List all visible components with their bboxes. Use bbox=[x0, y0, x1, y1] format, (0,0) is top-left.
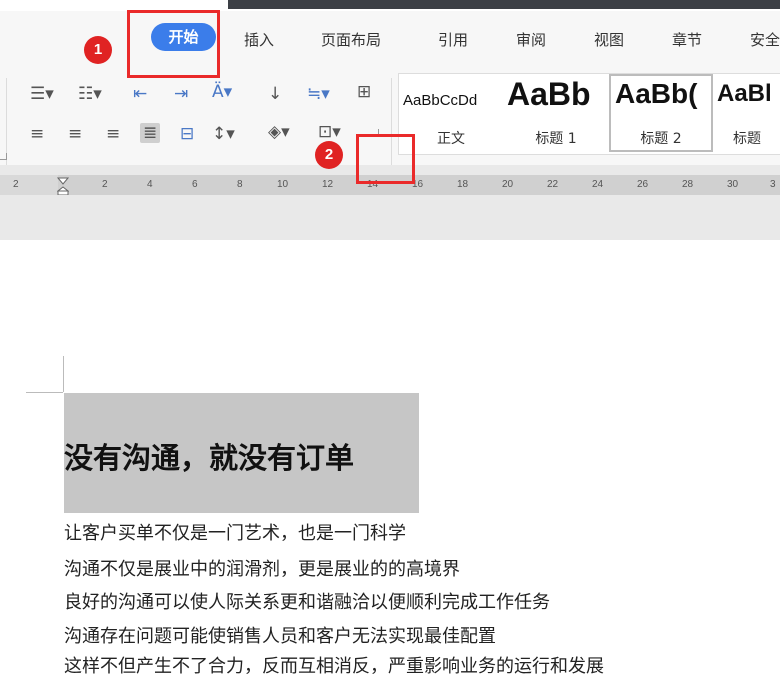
tab-view[interactable]: 视图 bbox=[594, 29, 624, 50]
document-paragraph[interactable]: 这样不但产生不了合力，反而互相消反，严重影响业务的运行和发展 bbox=[64, 652, 604, 678]
ruler-label: 30 bbox=[727, 179, 739, 190]
tab-review[interactable]: 审阅 bbox=[516, 29, 546, 50]
document-page[interactable]: 没有沟通，就没有订单 让客户买单不仅是一门艺术，也是一门科学 沟通不仅是展业中的… bbox=[0, 240, 780, 677]
document-paragraph[interactable]: 让客户买单不仅是一门艺术，也是一门科学 bbox=[64, 519, 406, 545]
step-badge-1: 1 bbox=[84, 36, 112, 64]
style-label: 标题 1 bbox=[535, 131, 577, 147]
ruler-label: 28 bbox=[682, 179, 694, 190]
chinese-layout-icon[interactable]: Ä▾ bbox=[212, 83, 232, 101]
ruler-label: 26 bbox=[637, 179, 649, 190]
style-label: 标题 2 bbox=[640, 131, 682, 147]
highlight-box-home-tab bbox=[127, 10, 220, 78]
margin-mark bbox=[26, 392, 63, 393]
ruler-label: 6 bbox=[192, 179, 198, 190]
paragraph-spacing-icon[interactable]: ≒▾ bbox=[307, 85, 330, 103]
style-sample: AaBb bbox=[507, 76, 591, 112]
document-paragraph[interactable]: 沟通不仅是展业中的润滑剂，更是展业的的高境界 bbox=[64, 555, 460, 581]
document-paragraph[interactable]: 沟通存在问题可能使销售人员和客户无法实现最佳配置 bbox=[64, 622, 496, 648]
increase-indent-icon[interactable]: ⇥ bbox=[174, 85, 188, 103]
tab-page-layout[interactable]: 页面布局 bbox=[321, 29, 381, 50]
align-center-icon[interactable]: ≡ bbox=[68, 125, 82, 143]
style-heading-3[interactable]: AaBl 标题 bbox=[713, 74, 780, 152]
sort-icon[interactable]: ↓ bbox=[268, 85, 282, 103]
indent-marker-icon[interactable] bbox=[57, 177, 69, 195]
margin-mark bbox=[63, 356, 64, 392]
ruler-label: 10 bbox=[277, 179, 289, 190]
bullet-list-icon[interactable]: ☰▾ bbox=[30, 85, 54, 103]
ruler-label: 20 bbox=[502, 179, 514, 190]
shading-icon[interactable]: ◈▾ bbox=[268, 123, 290, 141]
document-heading[interactable]: 没有沟通，就没有订单 bbox=[64, 435, 354, 477]
ruler-label: 2 bbox=[13, 179, 19, 190]
numbered-list-icon[interactable]: ☷▾ bbox=[78, 85, 102, 103]
step-badge-2: 2 bbox=[315, 141, 343, 169]
tab-section[interactable]: 章节 bbox=[672, 29, 702, 50]
ruler-label: 18 bbox=[457, 179, 469, 190]
tab-security[interactable]: 安全 bbox=[750, 29, 780, 50]
ruler-label: 22 bbox=[547, 179, 559, 190]
style-gallery: AaBbCcDd 正文 AaBb 标题 1 AaBb( 标题 2 AaBl 标题 bbox=[398, 73, 780, 155]
ruler-label: 4 bbox=[147, 179, 153, 190]
line-spacing-icon[interactable]: ↕▾ bbox=[212, 125, 235, 143]
style-heading-1[interactable]: AaBb 标题 1 bbox=[503, 74, 609, 152]
style-sample: AaBbCcDd bbox=[403, 92, 478, 109]
align-left-icon[interactable]: ≡ bbox=[30, 125, 44, 143]
highlight-box-paragraph-launcher bbox=[356, 134, 415, 184]
document-paragraph[interactable]: 良好的沟通可以使人际关系更和谐融洽以便顺利完成工作任务 bbox=[64, 588, 550, 614]
title-bar-dark-strip bbox=[228, 0, 780, 9]
ruler-label: 3 bbox=[770, 179, 776, 190]
ruler-label: 12 bbox=[322, 179, 334, 190]
style-label: 标题 bbox=[733, 131, 761, 147]
decrease-indent-icon[interactable]: ⇤ bbox=[133, 85, 147, 103]
justify-icon[interactable]: ≣ bbox=[140, 123, 161, 143]
window-title-bar bbox=[0, 0, 780, 11]
ruler-label: 8 bbox=[237, 179, 243, 190]
tab-insert[interactable]: 插入 bbox=[244, 29, 274, 50]
borders-icon[interactable]: ⊡▾ bbox=[318, 123, 341, 141]
style-sample: AaBb( bbox=[615, 78, 698, 109]
font-group-launcher[interactable] bbox=[0, 153, 7, 160]
align-right-icon[interactable]: ≡ bbox=[106, 125, 120, 143]
table-borders-icon[interactable]: ⊞ bbox=[357, 83, 371, 101]
ruler-label: 24 bbox=[592, 179, 604, 190]
ribbon-tab-bar: 开始 插入 页面布局 引用 审阅 视图 章节 安全 bbox=[0, 11, 780, 63]
ruler-label: 2 bbox=[102, 179, 108, 190]
distributed-align-icon[interactable]: ⊟ bbox=[180, 125, 194, 143]
tab-references[interactable]: 引用 bbox=[438, 29, 468, 50]
style-sample: AaBl bbox=[717, 80, 772, 107]
style-heading-2[interactable]: AaBb( 标题 2 bbox=[609, 74, 713, 152]
